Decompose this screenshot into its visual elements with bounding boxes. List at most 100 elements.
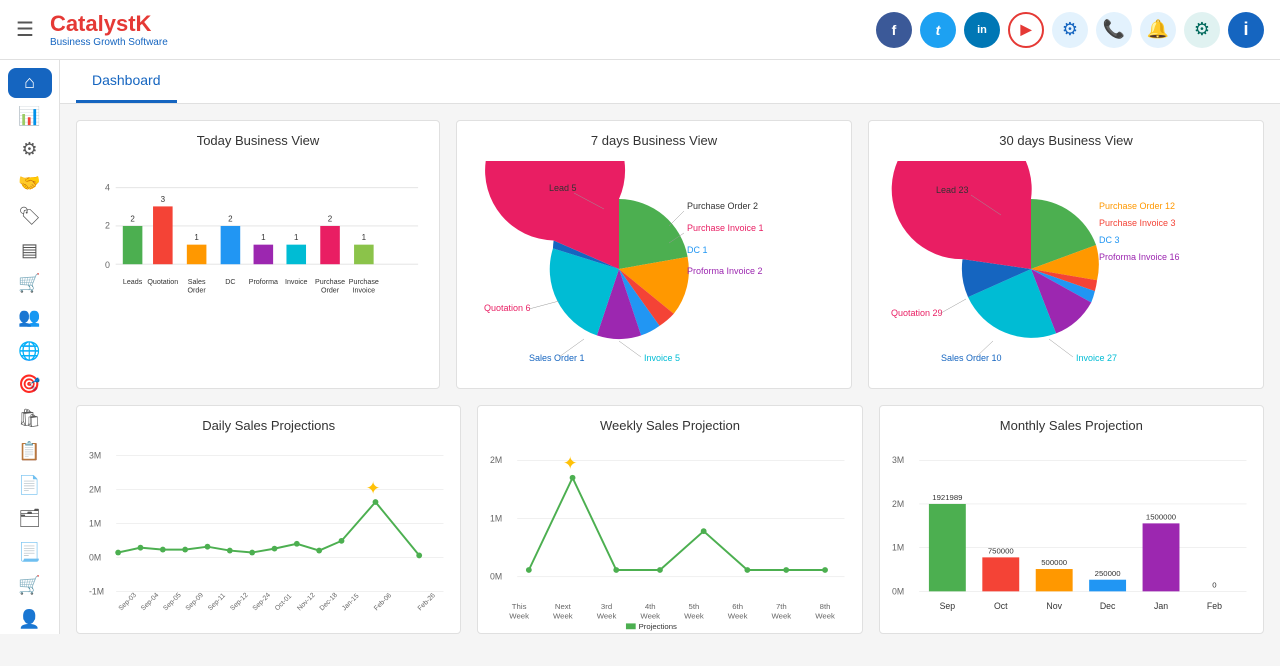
svg-text:Sep: Sep xyxy=(939,601,955,611)
svg-text:Sales Order 10: Sales Order 10 xyxy=(941,353,1002,363)
facebook-icon[interactable]: f xyxy=(876,12,912,48)
sidebar-item-globe[interactable]: 🌐 xyxy=(8,336,52,366)
svg-text:1M: 1M xyxy=(490,513,502,523)
svg-text:Sep-09: Sep-09 xyxy=(185,592,206,613)
daily-projection-title: Daily Sales Projections xyxy=(89,418,448,433)
svg-text:1: 1 xyxy=(194,233,199,242)
linkedin-icon[interactable]: in xyxy=(964,12,1000,48)
svg-text:Feb-26: Feb-26 xyxy=(417,592,437,612)
sidebar-item-operations[interactable]: ⚙ xyxy=(8,135,52,165)
sidebar: ⌂ 📊 ⚙ 🤝 🏷 ▤ 🛒 👥 🌐 🎯 🛍 📋 📄 🗂 📃 🛒 👤 xyxy=(0,60,60,634)
settings-icon[interactable]: ⚙ xyxy=(1052,12,1088,48)
twitter-icon[interactable]: t xyxy=(920,12,956,48)
svg-text:Quotation: Quotation xyxy=(147,278,178,286)
gear-icon[interactable]: ⚙ xyxy=(1184,12,1220,48)
sidebar-item-shopping[interactable]: 🛍 xyxy=(8,403,52,433)
svg-text:1500000: 1500000 xyxy=(1146,512,1176,521)
svg-text:1M: 1M xyxy=(892,543,904,553)
business-view-row: Today Business View 4 2 0 2 xyxy=(76,120,1264,389)
daily-line-chart: 3M 2M 1M 0M -1M xyxy=(89,441,448,621)
weekly-projection-card: Weekly Sales Projection 2M 1M 0M xyxy=(477,405,862,634)
sidebar-item-files[interactable]: 🗂 xyxy=(8,504,52,534)
svg-text:Week: Week xyxy=(597,612,617,621)
svg-text:✦: ✦ xyxy=(366,478,381,498)
svg-text:Sales: Sales xyxy=(188,278,206,286)
svg-text:1921989: 1921989 xyxy=(932,493,962,502)
svg-text:Purchase: Purchase xyxy=(315,278,345,286)
svg-text:3M: 3M xyxy=(892,455,904,465)
sidebar-item-target[interactable]: 🎯 xyxy=(8,370,52,400)
svg-text:Week: Week xyxy=(553,612,573,621)
svg-text:Nov: Nov xyxy=(1046,601,1062,611)
today-chart-svg: 4 2 0 2 Leads 3 xyxy=(89,156,427,376)
sidebar-item-home[interactable]: ⌂ xyxy=(8,68,52,98)
today-business-view-card: Today Business View 4 2 0 2 xyxy=(76,120,440,389)
sidebar-item-analytics[interactable]: 📊 xyxy=(8,102,52,132)
svg-text:Dec-18: Dec-18 xyxy=(319,592,340,613)
info-icon[interactable]: i xyxy=(1228,12,1264,48)
seven-day-pie-chart: Lead 5 Purchase Order 2 Purchase Invoice… xyxy=(469,156,839,376)
sidebar-item-users[interactable]: 👥 xyxy=(8,303,52,333)
sidebar-item-document[interactable]: 📄 xyxy=(8,470,52,500)
svg-text:500000: 500000 xyxy=(1041,558,1067,567)
svg-text:3rd: 3rd xyxy=(601,602,612,611)
svg-text:Oct: Oct xyxy=(994,601,1008,611)
svg-text:1: 1 xyxy=(261,233,266,242)
sidebar-item-cart[interactable]: 🛒 xyxy=(8,269,52,299)
svg-text:0M: 0M xyxy=(892,586,904,596)
sidebar-item-profile[interactable]: 👤 xyxy=(8,605,52,635)
svg-text:Sep-03: Sep-03 xyxy=(118,592,139,613)
svg-text:Purchase Invoice 1: Purchase Invoice 1 xyxy=(687,223,764,233)
svg-text:Week: Week xyxy=(684,612,704,621)
svg-text:Feb: Feb xyxy=(1207,601,1222,611)
daily-chart-svg: 3M 2M 1M 0M -1M xyxy=(89,441,448,631)
weekly-projection-title: Weekly Sales Projection xyxy=(490,418,849,433)
notification-icon[interactable]: 🔔 xyxy=(1140,12,1176,48)
svg-text:0: 0 xyxy=(105,260,110,270)
sidebar-item-invoice[interactable]: 📃 xyxy=(8,537,52,567)
svg-text:Purchase Order 12: Purchase Order 12 xyxy=(1099,201,1175,211)
svg-text:DC 3: DC 3 xyxy=(1099,235,1120,245)
sidebar-item-tags[interactable]: 🏷 xyxy=(8,202,52,232)
svg-text:4th: 4th xyxy=(645,602,656,611)
svg-text:Sep-11: Sep-11 xyxy=(207,592,227,612)
svg-text:Week: Week xyxy=(816,612,836,621)
seven-day-chart-svg: Lead 5 Purchase Order 2 Purchase Invoice… xyxy=(469,161,839,371)
youtube-icon[interactable]: ▶ xyxy=(1008,12,1044,48)
monthly-projection-card: Monthly Sales Projection 3M 2M 1M 0M xyxy=(879,405,1264,634)
svg-text:Quotation 29: Quotation 29 xyxy=(891,308,943,318)
header-icons: f t in ▶ ⚙ 📞 🔔 ⚙ i xyxy=(876,12,1264,48)
svg-text:6th: 6th xyxy=(733,602,744,611)
svg-text:Sep-04: Sep-04 xyxy=(140,592,161,613)
svg-text:2: 2 xyxy=(105,221,110,231)
svg-text:Leads: Leads xyxy=(123,278,143,286)
svg-text:Nov-12: Nov-12 xyxy=(296,592,317,613)
tab-dashboard[interactable]: Dashboard xyxy=(76,60,177,103)
svg-text:750000: 750000 xyxy=(987,546,1013,555)
daily-projection-card: Daily Sales Projections 3M 2M 1M 0M -1M xyxy=(76,405,461,634)
svg-text:2M: 2M xyxy=(89,484,101,494)
svg-text:Projections: Projections xyxy=(639,622,677,631)
weekly-line-chart: 2M 1M 0M xyxy=(490,441,849,621)
phone-icon[interactable]: 📞 xyxy=(1096,12,1132,48)
svg-text:Sep-05: Sep-05 xyxy=(162,592,183,613)
sidebar-item-purchase[interactable]: 🛒 xyxy=(8,571,52,601)
svg-text:Sep-12: Sep-12 xyxy=(229,592,250,613)
sidebar-item-report[interactable]: 📋 xyxy=(8,437,52,467)
hamburger-menu[interactable]: ☰ xyxy=(16,17,34,42)
svg-text:2M: 2M xyxy=(892,499,904,509)
sidebar-item-list[interactable]: ▤ xyxy=(8,236,52,266)
svg-text:Quotation 6: Quotation 6 xyxy=(484,303,531,313)
svg-text:5th: 5th xyxy=(689,602,700,611)
svg-text:DC: DC xyxy=(225,278,235,286)
svg-text:Sep-24: Sep-24 xyxy=(252,592,273,613)
svg-text:✦: ✦ xyxy=(563,453,578,473)
projection-row: Daily Sales Projections 3M 2M 1M 0M -1M xyxy=(76,405,1264,634)
svg-text:Invoice 5: Invoice 5 xyxy=(644,353,680,363)
svg-text:Invoice: Invoice xyxy=(353,287,376,295)
seven-day-chart-title: 7 days Business View xyxy=(469,133,839,148)
svg-text:Purchase Invoice 3: Purchase Invoice 3 xyxy=(1099,218,1176,228)
sidebar-item-people[interactable]: 🤝 xyxy=(8,169,52,199)
brand-tagline: Business Growth Software xyxy=(50,37,168,48)
svg-text:Jan-15: Jan-15 xyxy=(341,592,361,612)
